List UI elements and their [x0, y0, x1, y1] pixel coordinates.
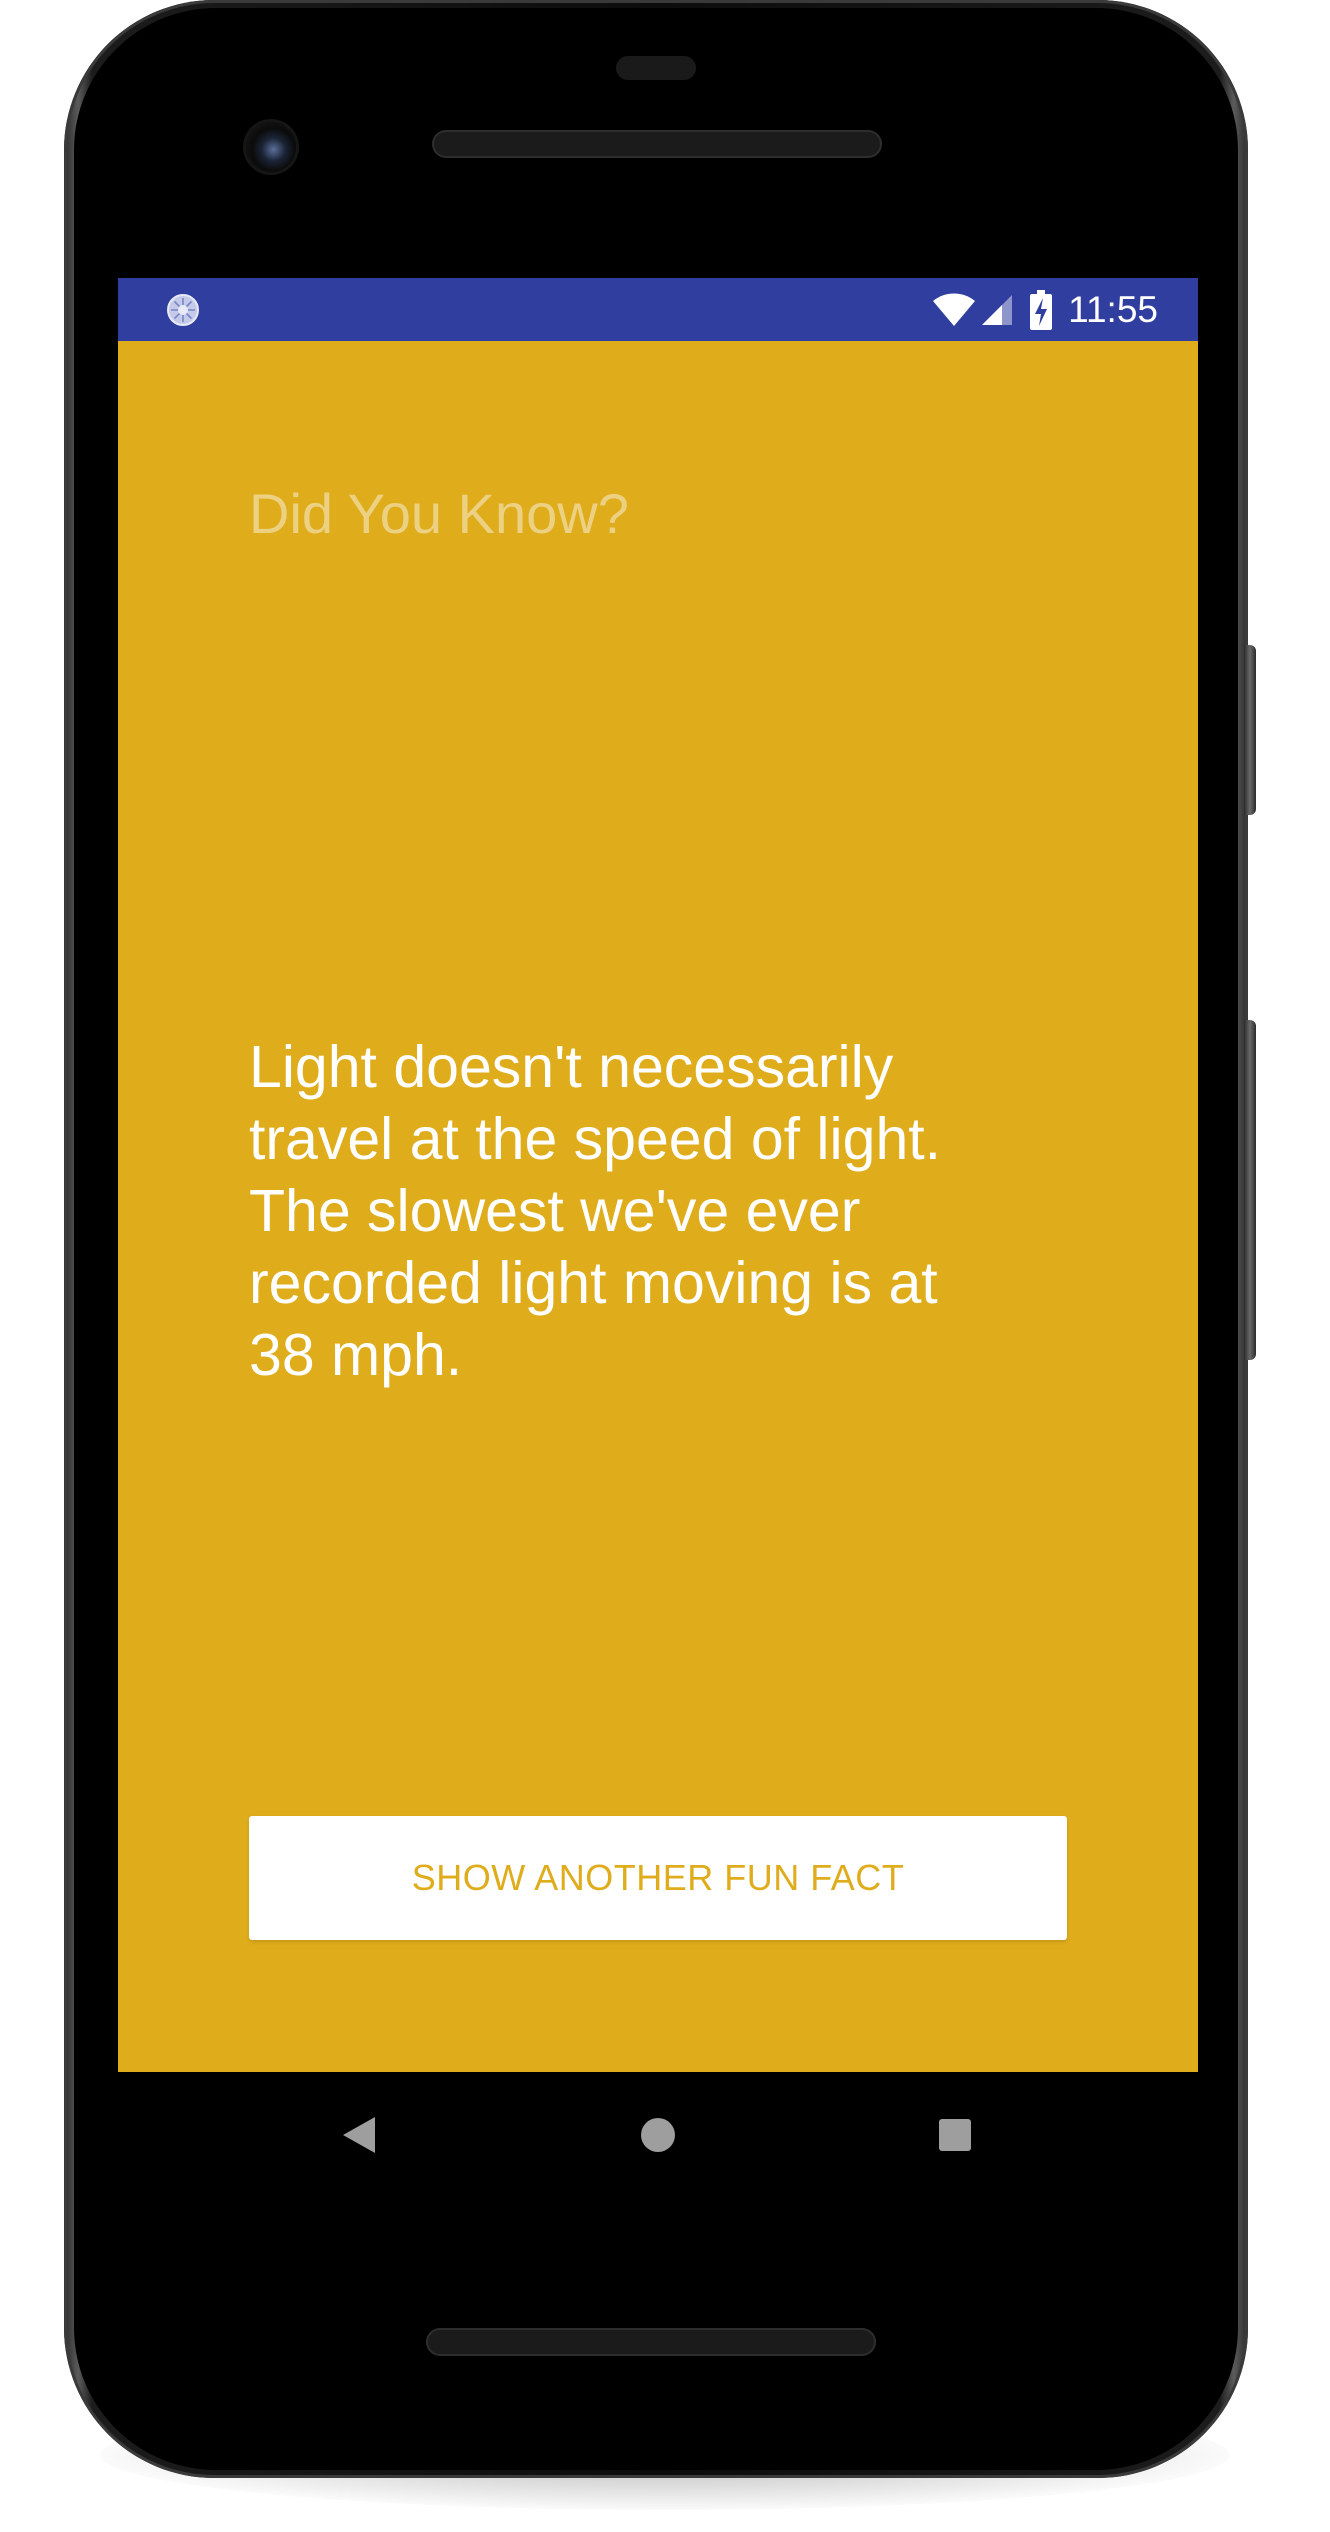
status-bar: 11:55: [118, 278, 1198, 341]
battery-charging-icon: [1030, 289, 1053, 330]
sync-circle-icon: [167, 294, 199, 326]
volume-button: [1244, 1020, 1256, 1360]
proximity-sensor: [616, 56, 696, 80]
fact-text: Light doesn't necessarily travel at the …: [249, 1031, 1049, 1391]
fun-fact-content: Did You Know? Light doesn't necessarily …: [118, 341, 1198, 2072]
fact-text-line: travel at the speed of light.: [249, 1106, 942, 1172]
front-camera-icon: [246, 122, 296, 172]
fact-text-line: recorded light moving is at: [249, 1250, 938, 1316]
status-icons: 11:55: [932, 278, 1158, 341]
navigation-bar: [118, 2072, 1198, 2198]
top-speaker-grille: [432, 130, 882, 158]
fact-text-line: 38 mph.: [249, 1322, 463, 1388]
app-screen: 11:55 Did You Know? Light doesn't necess…: [118, 278, 1198, 2072]
status-time: 11:55: [1068, 288, 1158, 330]
home-icon[interactable]: [623, 2100, 693, 2170]
fact-text-line: The slowest we've ever: [249, 1178, 861, 1244]
fact-text-line: Light doesn't necessarily: [249, 1034, 894, 1100]
did-you-know-label: Did You Know?: [249, 482, 629, 545]
bottom-speaker-grille: [426, 2328, 876, 2356]
wifi-icon: [933, 293, 976, 326]
cell-signal-icon: [982, 294, 1013, 325]
power-button: [1244, 645, 1256, 815]
back-icon[interactable]: [324, 2100, 394, 2170]
device-mockup: 11:55 Did You Know? Light doesn't necess…: [0, 0, 1330, 2532]
recents-icon[interactable]: [920, 2100, 990, 2170]
show-another-fun-fact-button[interactable]: SHOW ANOTHER FUN FACT: [249, 1816, 1067, 1940]
